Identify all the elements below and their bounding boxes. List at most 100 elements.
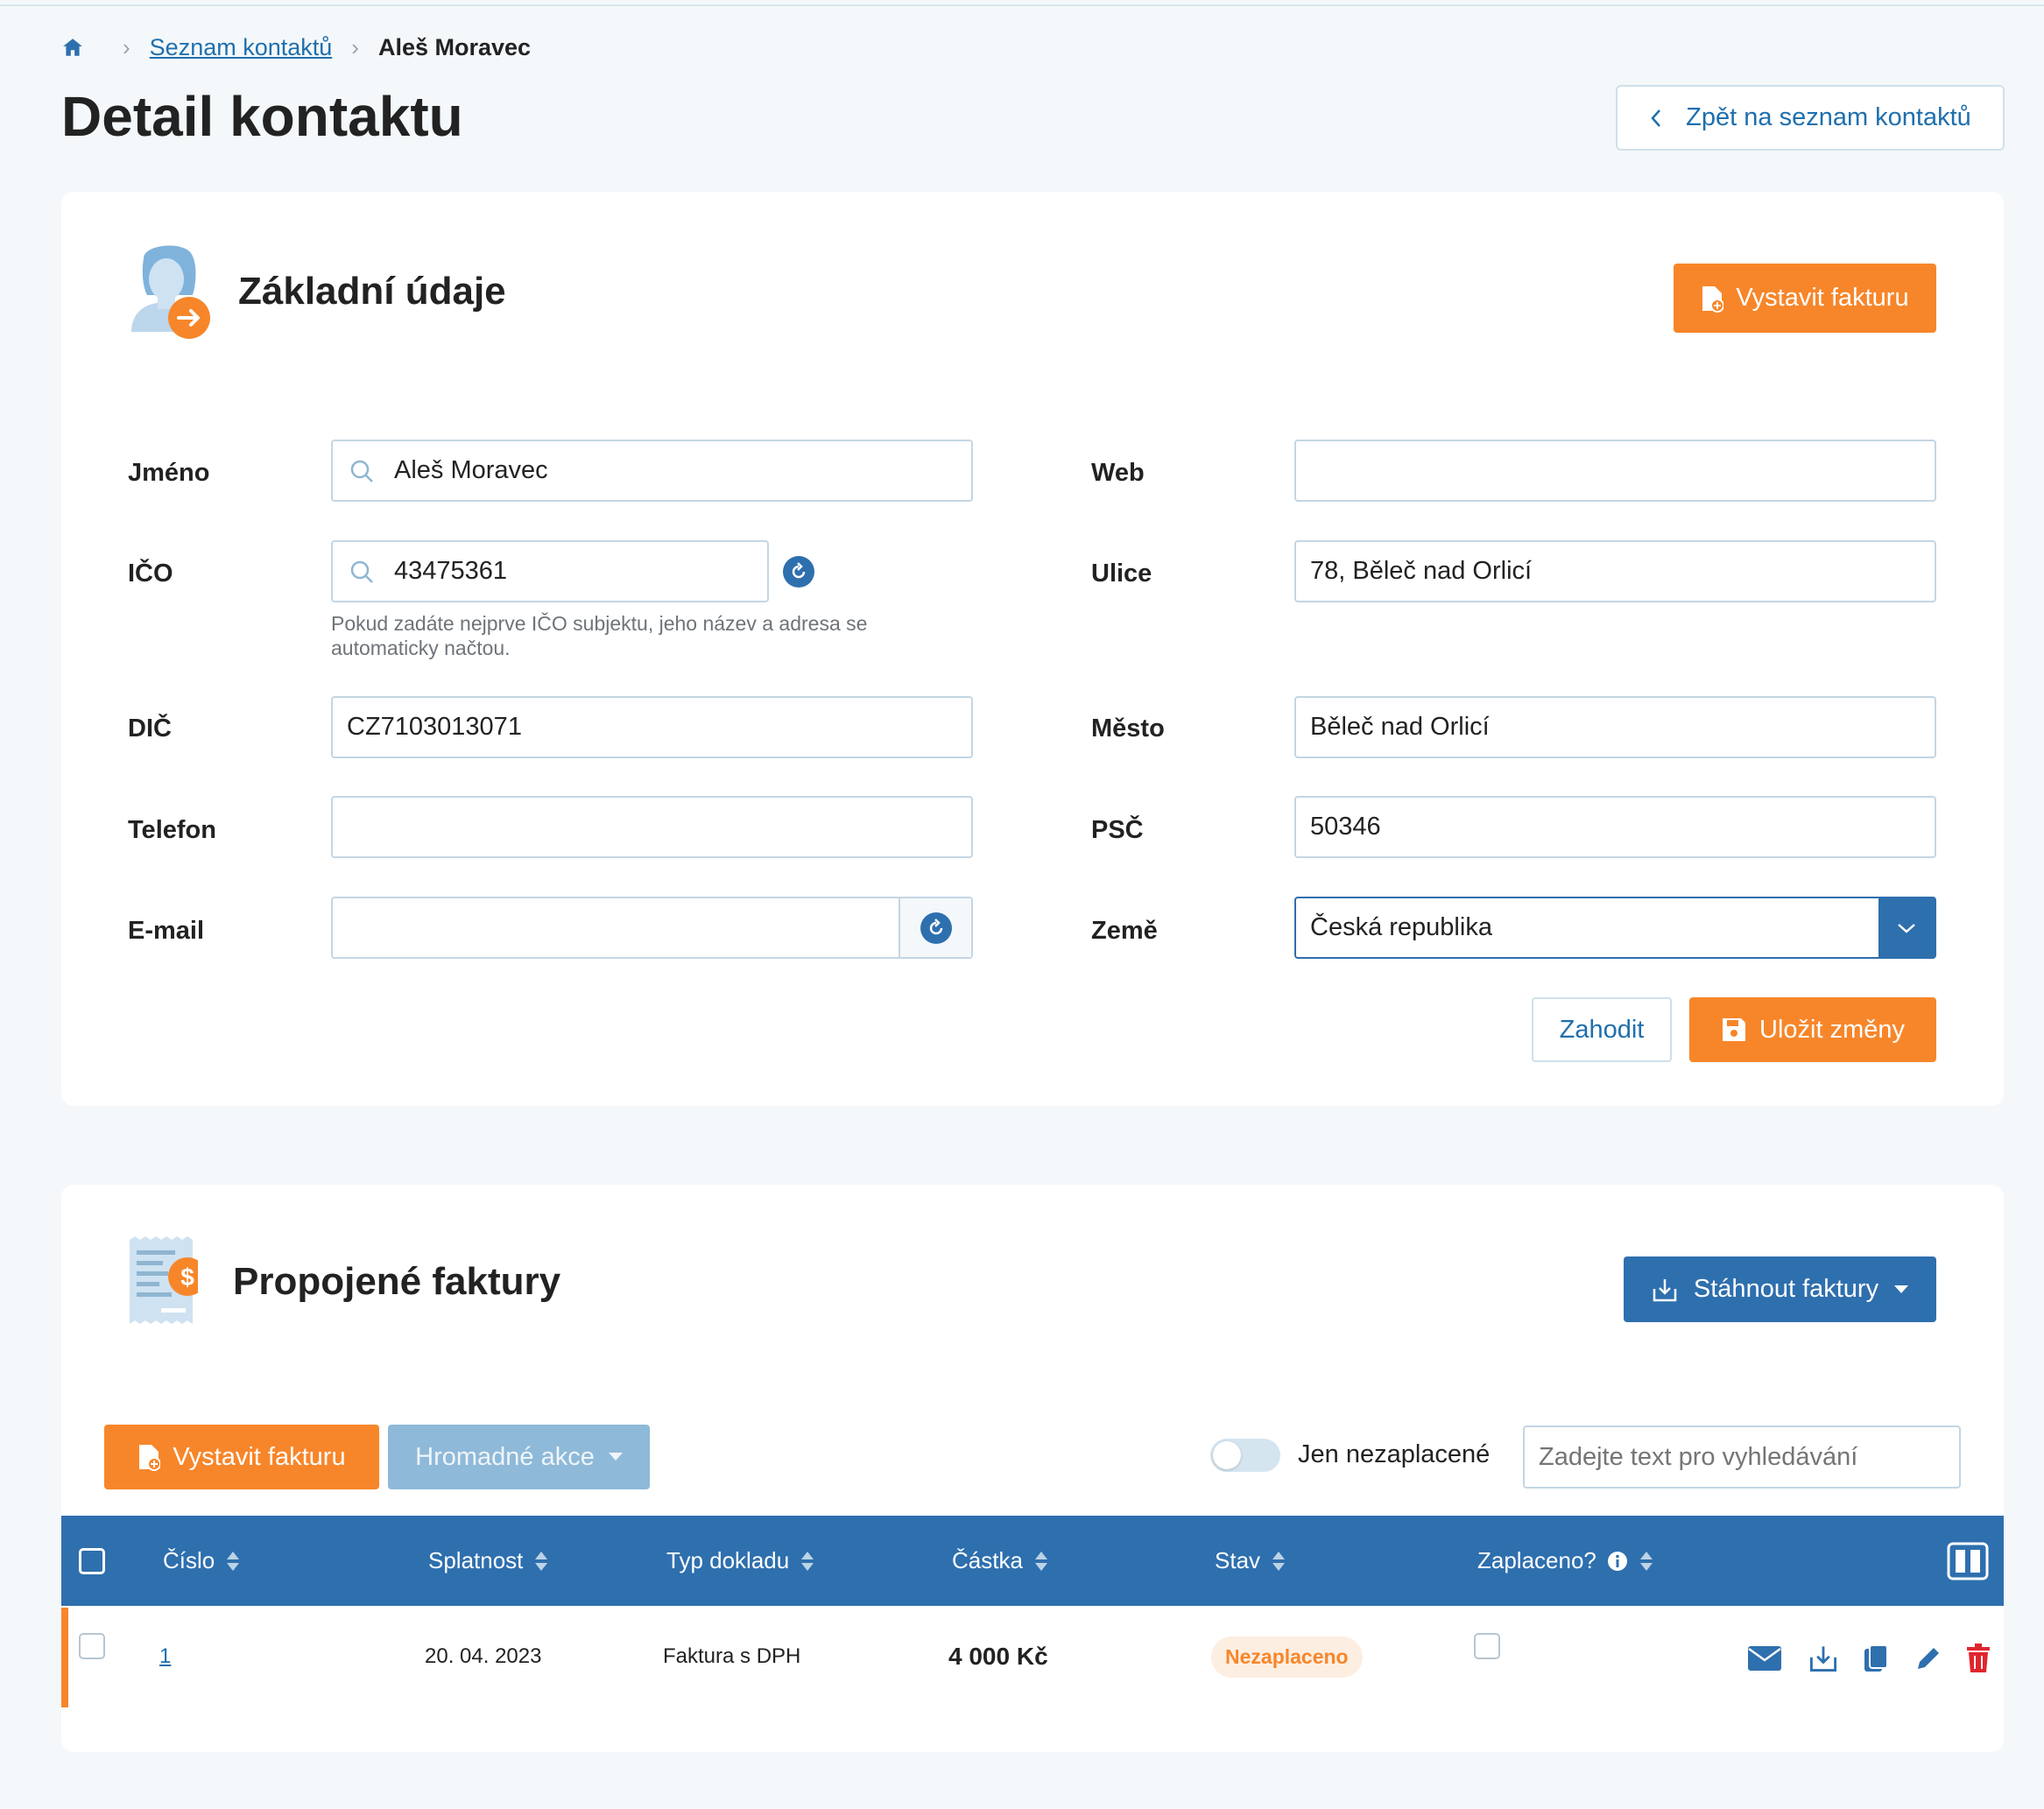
bulk-actions-label: Hromadné akce <box>415 1442 595 1471</box>
street-label: Ulice <box>1091 560 1152 588</box>
sort-icon <box>535 1551 548 1571</box>
invoice-doc-type: Faktura s DPH <box>663 1644 801 1668</box>
issue-invoice-button[interactable]: Vystavit fakturu <box>1674 264 1936 333</box>
city-value: Běleč nad Orlicí <box>1310 713 1490 741</box>
invoice-amount: 4 000 Kč <box>948 1643 1048 1670</box>
breadcrumb-contacts-link[interactable]: Seznam kontaktů <box>150 34 333 61</box>
sort-icon <box>1034 1551 1047 1571</box>
refresh-icon <box>792 562 806 579</box>
dic-label: DIČ <box>128 714 172 743</box>
download-invoice-button[interactable] <box>1808 1643 1839 1674</box>
column-paid[interactable]: Zaplaceno? <box>1477 1516 1654 1606</box>
column-number-label: Číslo <box>163 1547 215 1573</box>
unpaid-only-toggle[interactable] <box>1210 1439 1280 1472</box>
invoice-number[interactable]: 1 <box>159 1644 171 1669</box>
column-settings-button[interactable] <box>1947 1516 1989 1606</box>
city-field[interactable]: Běleč nad Orlicí <box>1294 696 1936 758</box>
column-doc-type[interactable]: Typ dokladu <box>666 1516 815 1606</box>
issue-invoice-button-2[interactable]: Vystavit fakturu <box>104 1425 379 1489</box>
discard-button[interactable]: Zahodit <box>1532 997 1672 1062</box>
select-all-checkbox[interactable] <box>79 1516 105 1606</box>
ico-hint: Pokud zadáte nejprve IČO subjektu, jeho … <box>331 612 868 659</box>
chevron-right-icon: › <box>123 33 130 60</box>
save-changes-label: Uložit změny <box>1759 1015 1905 1044</box>
column-amount-label: Částka <box>952 1547 1023 1573</box>
invoice-search-input[interactable] <box>1523 1425 1961 1489</box>
chevron-right-icon: › <box>351 33 359 60</box>
save-icon <box>1723 1018 1745 1041</box>
refresh-icon <box>920 912 952 944</box>
edit-invoice-button[interactable] <box>1913 1643 1944 1674</box>
issue-invoice-label-2: Vystavit fakturu <box>173 1442 346 1471</box>
zip-value: 50346 <box>1310 813 1381 841</box>
country-value: Česká republika <box>1310 913 1492 941</box>
ico-value: 43475361 <box>394 557 508 585</box>
invoices-table-header: Číslo Splatnost Typ dokladu Částka Stav … <box>61 1516 2004 1606</box>
phone-field[interactable] <box>331 796 973 858</box>
city-label: Město <box>1091 714 1165 743</box>
chevron-left-icon <box>1651 109 1661 127</box>
invoice-status: Nezaplaceno <box>1211 1606 1363 1707</box>
email-field[interactable] <box>331 897 973 959</box>
delete-invoice-button[interactable] <box>1963 1643 1994 1674</box>
save-changes-button[interactable]: Uložit změny <box>1689 997 1936 1062</box>
caret-down-icon <box>608 1453 623 1461</box>
ico-label: IČO <box>128 560 173 588</box>
ico-field[interactable]: 43475361 <box>331 540 769 602</box>
info-icon[interactable] <box>1607 1551 1628 1572</box>
country-label: Země <box>1091 917 1158 945</box>
unpaid-only-label: Jen nezaplacené <box>1298 1440 1491 1468</box>
download-icon <box>1653 1278 1677 1301</box>
download-icon <box>1809 1646 1837 1672</box>
home-icon[interactable] <box>61 36 84 59</box>
table-row[interactable]: 1 20. 04. 2023 Faktura s DPH 4 000 Kč Ne… <box>61 1606 2004 1707</box>
street-value: 78, Běleč nad Orlicí <box>1310 557 1533 585</box>
country-select[interactable]: Česká republika <box>1294 897 1936 959</box>
invoice-add-icon <box>139 1445 161 1471</box>
trash-icon <box>1967 1644 1990 1672</box>
search-icon <box>350 460 373 482</box>
download-invoices-button[interactable]: Stáhnout faktury <box>1624 1256 1936 1322</box>
invoice-add-icon <box>1702 285 1724 313</box>
back-to-contacts-button[interactable]: Zpět na seznam kontaktů <box>1616 85 2005 151</box>
paid-checkbox[interactable] <box>1474 1595 1500 1697</box>
sort-icon <box>1639 1551 1653 1571</box>
envelope-icon <box>1748 1646 1781 1671</box>
ico-refresh-button[interactable] <box>783 556 814 588</box>
back-button-label: Zpět na seznam kontaktů <box>1686 103 1971 131</box>
row-status-accent <box>61 1608 68 1707</box>
email-label: E-mail <box>128 917 205 945</box>
copy-invoice-button[interactable] <box>1860 1643 1892 1674</box>
issue-invoice-label: Vystavit fakturu <box>1736 284 1909 312</box>
row-checkbox[interactable] <box>79 1595 105 1697</box>
sort-icon <box>227 1551 240 1571</box>
web-label: Web <box>1091 459 1145 487</box>
invoices-header: $ Propojené faktury <box>126 1236 560 1327</box>
dic-field[interactable]: CZ7103013071 <box>331 696 973 758</box>
column-status[interactable]: Stav <box>1215 1516 1286 1606</box>
zip-field[interactable]: 50346 <box>1294 796 1936 858</box>
page-title: Detail kontaktu <box>61 85 463 148</box>
chevron-down-icon[interactable] <box>1878 898 1935 957</box>
pencil-icon <box>1918 1648 1939 1669</box>
email-refresh-button[interactable] <box>899 898 971 957</box>
invoices-title: Propojené faktury <box>233 1260 561 1303</box>
svg-text:$: $ <box>180 1263 194 1291</box>
column-due[interactable]: Splatnost <box>428 1516 549 1606</box>
web-field[interactable] <box>1294 440 1936 502</box>
toggle-knob <box>1213 1441 1241 1469</box>
column-amount[interactable]: Částka <box>952 1516 1049 1606</box>
search-icon <box>350 560 373 583</box>
column-status-label: Stav <box>1215 1547 1261 1573</box>
send-email-button[interactable] <box>1747 1643 1782 1674</box>
street-field[interactable]: 78, Běleč nad Orlicí <box>1294 540 1936 602</box>
name-field[interactable]: Aleš Moravec <box>331 440 973 502</box>
phone-label: Telefon <box>128 816 216 844</box>
sort-icon <box>1272 1551 1286 1571</box>
invoice-number-link[interactable]: 1 <box>159 1606 171 1707</box>
bulk-actions-button[interactable]: Hromadné akce <box>388 1425 650 1489</box>
name-value: Aleš Moravec <box>394 456 548 484</box>
copy-icon <box>1864 1644 1888 1672</box>
basic-info-header: Základní údaje <box>126 241 506 342</box>
column-number[interactable]: Číslo <box>163 1516 241 1606</box>
